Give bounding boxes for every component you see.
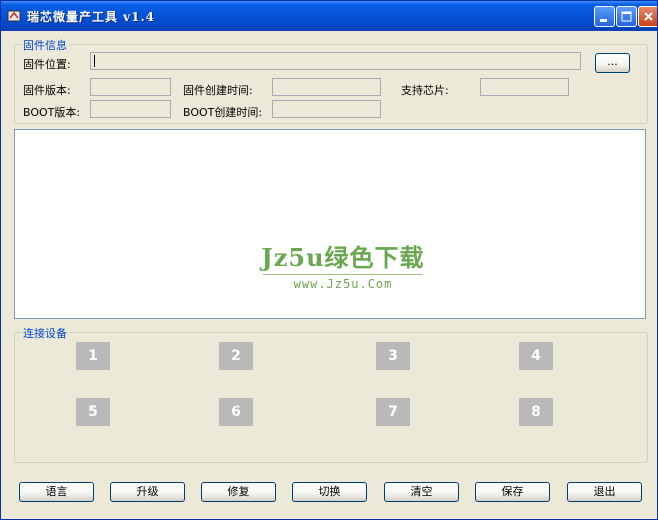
watermark-main-text: Jz5u绿色下载 xyxy=(261,243,425,272)
minimize-icon xyxy=(600,19,607,22)
boot-version-label: BOOT版本: xyxy=(23,106,81,119)
switch-button[interactable]: 切换 xyxy=(292,482,367,502)
text-caret xyxy=(94,55,95,67)
minimize-button[interactable] xyxy=(594,6,615,27)
language-button[interactable]: 语言 xyxy=(19,482,94,502)
repair-button[interactable]: 修复 xyxy=(201,482,276,502)
boot-version-field[interactable] xyxy=(90,100,171,118)
title-bar[interactable]: 瑞芯微量产工具 v1.4 xyxy=(1,1,657,31)
boot-create-time-field[interactable] xyxy=(272,100,381,118)
firmware-version-field[interactable] xyxy=(90,78,171,96)
device-slot-2: 2 xyxy=(219,342,253,370)
log-output-area[interactable]: Jz5u绿色下载 www.Jz5u.Com xyxy=(14,129,646,319)
close-icon xyxy=(644,12,653,21)
app-window: 瑞芯微量产工具 v1.4 固件信息 固件位置: ... 固件版本: 固件创建时间… xyxy=(0,0,658,520)
clear-button[interactable]: 清空 xyxy=(384,482,459,502)
supported-chip-label: 支持芯片: xyxy=(401,84,449,97)
device-slot-4: 4 xyxy=(519,342,553,370)
maximize-icon xyxy=(621,11,632,22)
save-button[interactable]: 保存 xyxy=(475,482,550,502)
device-slot-6: 6 xyxy=(219,398,253,426)
firmware-version-label: 固件版本: xyxy=(23,84,71,97)
close-button[interactable] xyxy=(638,6,657,27)
maximize-button[interactable] xyxy=(616,6,637,27)
exit-button[interactable]: 退出 xyxy=(567,482,642,502)
device-slot-3: 3 xyxy=(376,342,410,370)
window-title: 瑞芯微量产工具 v1.4 xyxy=(27,10,156,24)
boot-create-time-label: BOOT创建时间: xyxy=(183,106,263,119)
watermark: Jz5u绿色下载 www.Jz5u.Com xyxy=(243,238,443,291)
device-slot-1: 1 xyxy=(76,342,110,370)
firmware-location-field[interactable] xyxy=(90,52,581,70)
devices-group-title: 连接设备 xyxy=(21,325,69,341)
device-slot-7: 7 xyxy=(376,398,410,426)
supported-chip-field[interactable] xyxy=(480,78,569,96)
app-icon xyxy=(7,10,21,22)
firmware-create-time-field[interactable] xyxy=(272,78,381,96)
device-slot-5: 5 xyxy=(76,398,110,426)
firmware-location-label: 固件位置: xyxy=(23,58,71,71)
watermark-url-text: www.Jz5u.Com xyxy=(293,277,393,291)
firmware-info-title: 固件信息 xyxy=(21,37,69,53)
device-slot-8: 8 xyxy=(519,398,553,426)
browse-button[interactable]: ... xyxy=(595,53,630,73)
firmware-create-time-label: 固件创建时间: xyxy=(183,84,253,97)
watermark-divider xyxy=(263,274,423,275)
upgrade-button[interactable]: 升级 xyxy=(110,482,185,502)
